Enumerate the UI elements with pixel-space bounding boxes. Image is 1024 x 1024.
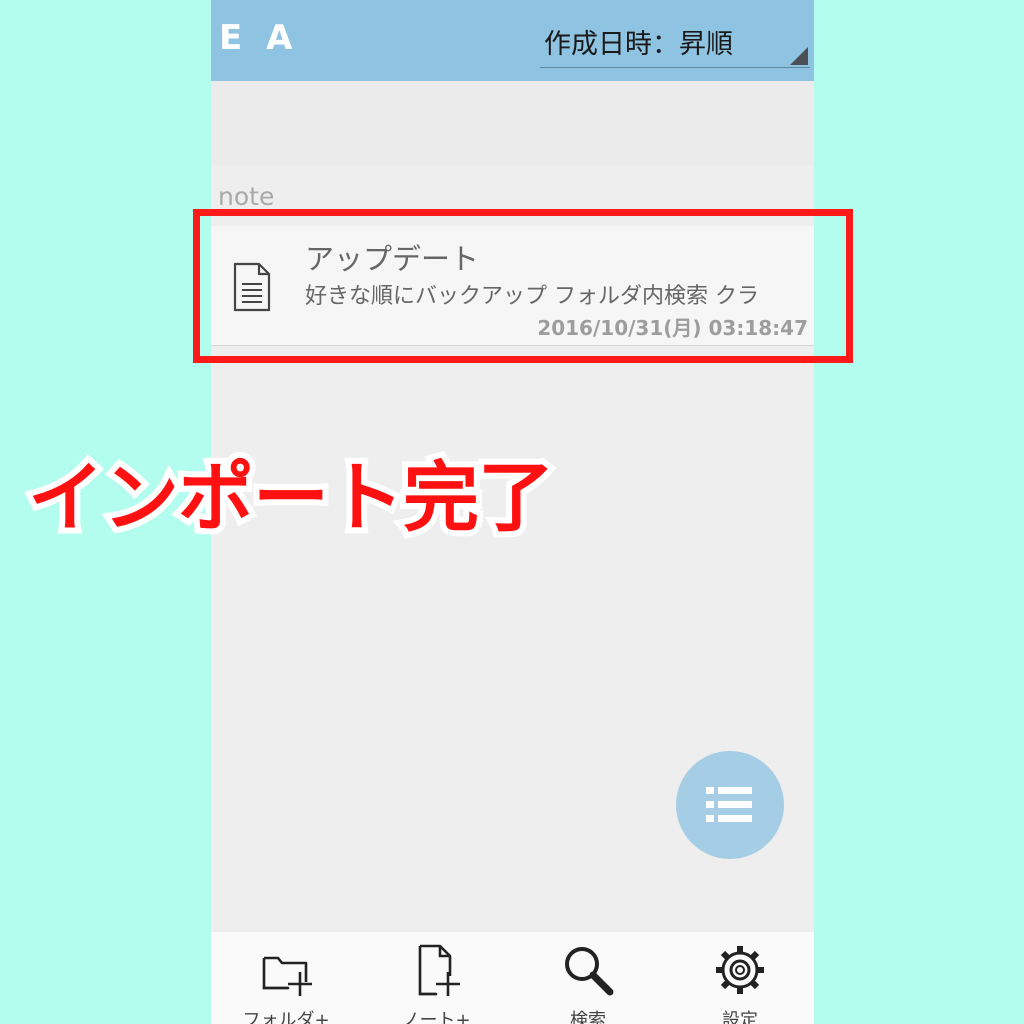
gear-icon (716, 946, 764, 994)
add-folder-button[interactable]: フォルダ+ (211, 932, 361, 1024)
list-icon (706, 787, 752, 822)
sort-order-select[interactable]: 作成日時：昇順 (540, 14, 810, 68)
settings-button[interactable]: 設定 (665, 932, 814, 1024)
note-add-icon (418, 944, 460, 996)
search-button[interactable]: 検索 (513, 932, 663, 1024)
overlay-caption: インポート完了 (22, 447, 560, 548)
sort-order-value: 作成日時：昇順 (544, 29, 733, 60)
dropdown-triangle-icon (790, 47, 808, 65)
nav-label-folder: フォルダ+ (242, 1010, 330, 1024)
list-view-fab[interactable] (676, 751, 784, 859)
nav-label-search: 検索 (570, 1010, 606, 1024)
nav-label-settings: 設定 (722, 1010, 758, 1024)
bottom-navigation: フォルダ+ ノート+ 検索 設定 (211, 932, 814, 1024)
document-icon (233, 262, 271, 312)
note-title: アップデート (305, 242, 480, 276)
nav-label-note: ノート+ (401, 1010, 471, 1024)
add-note-button[interactable]: ノート+ (361, 932, 511, 1024)
note-list-item[interactable]: アップデート 好きな順にバックアップ フォルダ内検索 クラ 2016/10/31… (211, 226, 814, 346)
note-date: 2016/10/31(月) 03:18:47 (537, 316, 808, 340)
note-snippet: 好きな順にバックアップ フォルダ内検索 クラ (305, 284, 759, 309)
app-bar: E A 作成日時：昇順 (211, 0, 814, 81)
section-header: note (218, 182, 275, 211)
folder-add-icon (262, 956, 312, 996)
app-title: E A (219, 18, 299, 58)
search-icon (565, 947, 614, 996)
toolbar-strip (211, 81, 814, 165)
